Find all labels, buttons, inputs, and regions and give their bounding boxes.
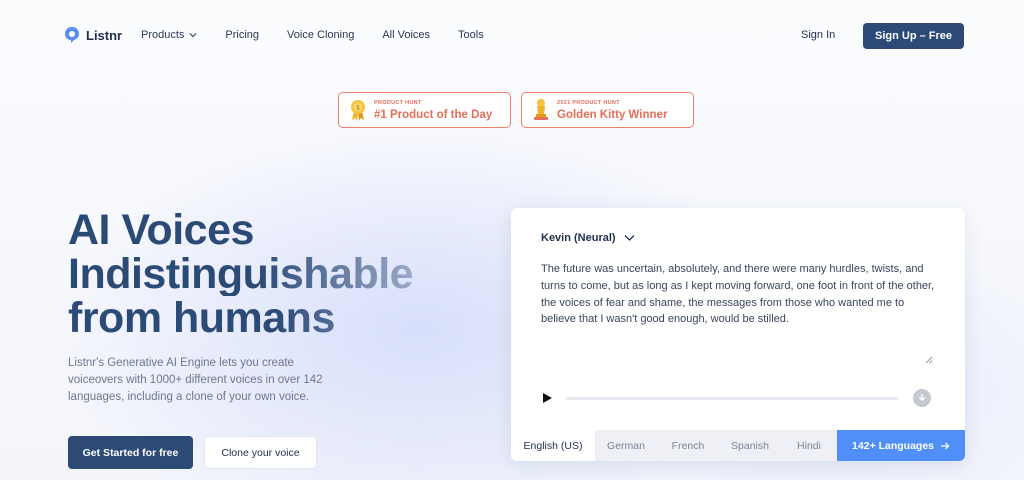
- language-tab-english-us[interactable]: English (US): [511, 430, 595, 461]
- play-icon[interactable]: [541, 392, 553, 404]
- badge-title: Golden Kitty Winner: [557, 108, 668, 121]
- language-tab-spanish[interactable]: Spanish: [719, 430, 781, 461]
- product-of-day-badge[interactable]: 1 PRODUCT HUNT #1 Product of the Day: [338, 92, 511, 128]
- nav-link-products[interactable]: Products: [141, 29, 197, 41]
- hero-title-line-2: Indistinguishable: [68, 250, 414, 298]
- trophy-icon: [534, 99, 548, 120]
- get-started-button[interactable]: Get Started for free: [68, 436, 193, 469]
- nav-links: Products Pricing Voice Cloning All Voice…: [141, 29, 512, 41]
- sign-up-button[interactable]: Sign Up – Free: [863, 23, 964, 49]
- nav-link-label: All Voices: [382, 29, 431, 41]
- logo-text: Listnr: [86, 27, 123, 43]
- audio-progress-bar[interactable]: [566, 397, 898, 400]
- nav-link-pricing[interactable]: Pricing: [225, 29, 259, 41]
- nav-link-label: Tools: [458, 29, 484, 41]
- language-tabs: English (US) German French Spanish Hindi…: [511, 430, 965, 461]
- logo[interactable]: Listnr: [64, 26, 122, 44]
- hero-title: AI Voices Indistinguishable from humans: [68, 206, 414, 340]
- voice-demo-card: Kevin (Neural) The future was uncertain,…: [511, 208, 965, 461]
- sign-in-link[interactable]: Sign In: [801, 29, 835, 41]
- badge-title: #1 Product of the Day: [374, 108, 493, 121]
- badge-text: 2021 PRODUCT HUNT Golden Kitty Winner: [557, 100, 667, 121]
- medal-icon: 1: [351, 100, 365, 121]
- nav-link-label: Voice Cloning: [287, 29, 355, 41]
- chevron-down-icon: [624, 235, 635, 241]
- badge-eyebrow: 2021 PRODUCT HUNT: [557, 99, 620, 106]
- voice-name: Kevin (Neural): [541, 232, 616, 244]
- download-icon: [918, 394, 926, 402]
- resize-grip-icon[interactable]: [925, 356, 933, 364]
- nav-link-label: Pricing: [225, 29, 260, 41]
- voice-selector[interactable]: Kevin (Neural): [541, 232, 635, 244]
- top-nav: Listnr Products Pricing Voice Cloning Al…: [0, 0, 1024, 70]
- badge-eyebrow: PRODUCT HUNT: [374, 99, 422, 106]
- sample-text-input[interactable]: The future was uncertain, absolutely, an…: [541, 261, 936, 371]
- more-languages-button[interactable]: 142+ Languages: [837, 430, 965, 461]
- arrow-right-icon: [941, 442, 950, 449]
- hero-title-line-1: AI Voices: [68, 206, 254, 254]
- nav-link-all-voices[interactable]: All Voices: [382, 29, 430, 41]
- download-button[interactable]: [913, 389, 931, 407]
- svg-text:1: 1: [356, 105, 360, 112]
- golden-kitty-badge[interactable]: 2021 PRODUCT HUNT Golden Kitty Winner: [521, 92, 694, 128]
- nav-link-label: Products: [141, 29, 185, 41]
- chevron-down-icon: [190, 33, 197, 38]
- badge-text: PRODUCT HUNT #1 Product of the Day: [374, 100, 492, 121]
- language-tab-french[interactable]: French: [657, 430, 719, 461]
- more-languages-label: 142+ Languages: [852, 439, 934, 452]
- language-tab-german[interactable]: German: [595, 430, 657, 461]
- nav-link-tools[interactable]: Tools: [458, 29, 484, 41]
- hero-title-line-3: from humans: [68, 296, 413, 340]
- nav-link-voice-cloning[interactable]: Voice Cloning: [287, 29, 354, 41]
- logo-icon: [65, 27, 79, 43]
- clone-voice-button[interactable]: Clone your voice: [204, 436, 317, 469]
- hero-description: Listnr's Generative AI Engine lets you c…: [68, 357, 323, 403]
- language-tab-hindi[interactable]: Hindi: [781, 430, 837, 461]
